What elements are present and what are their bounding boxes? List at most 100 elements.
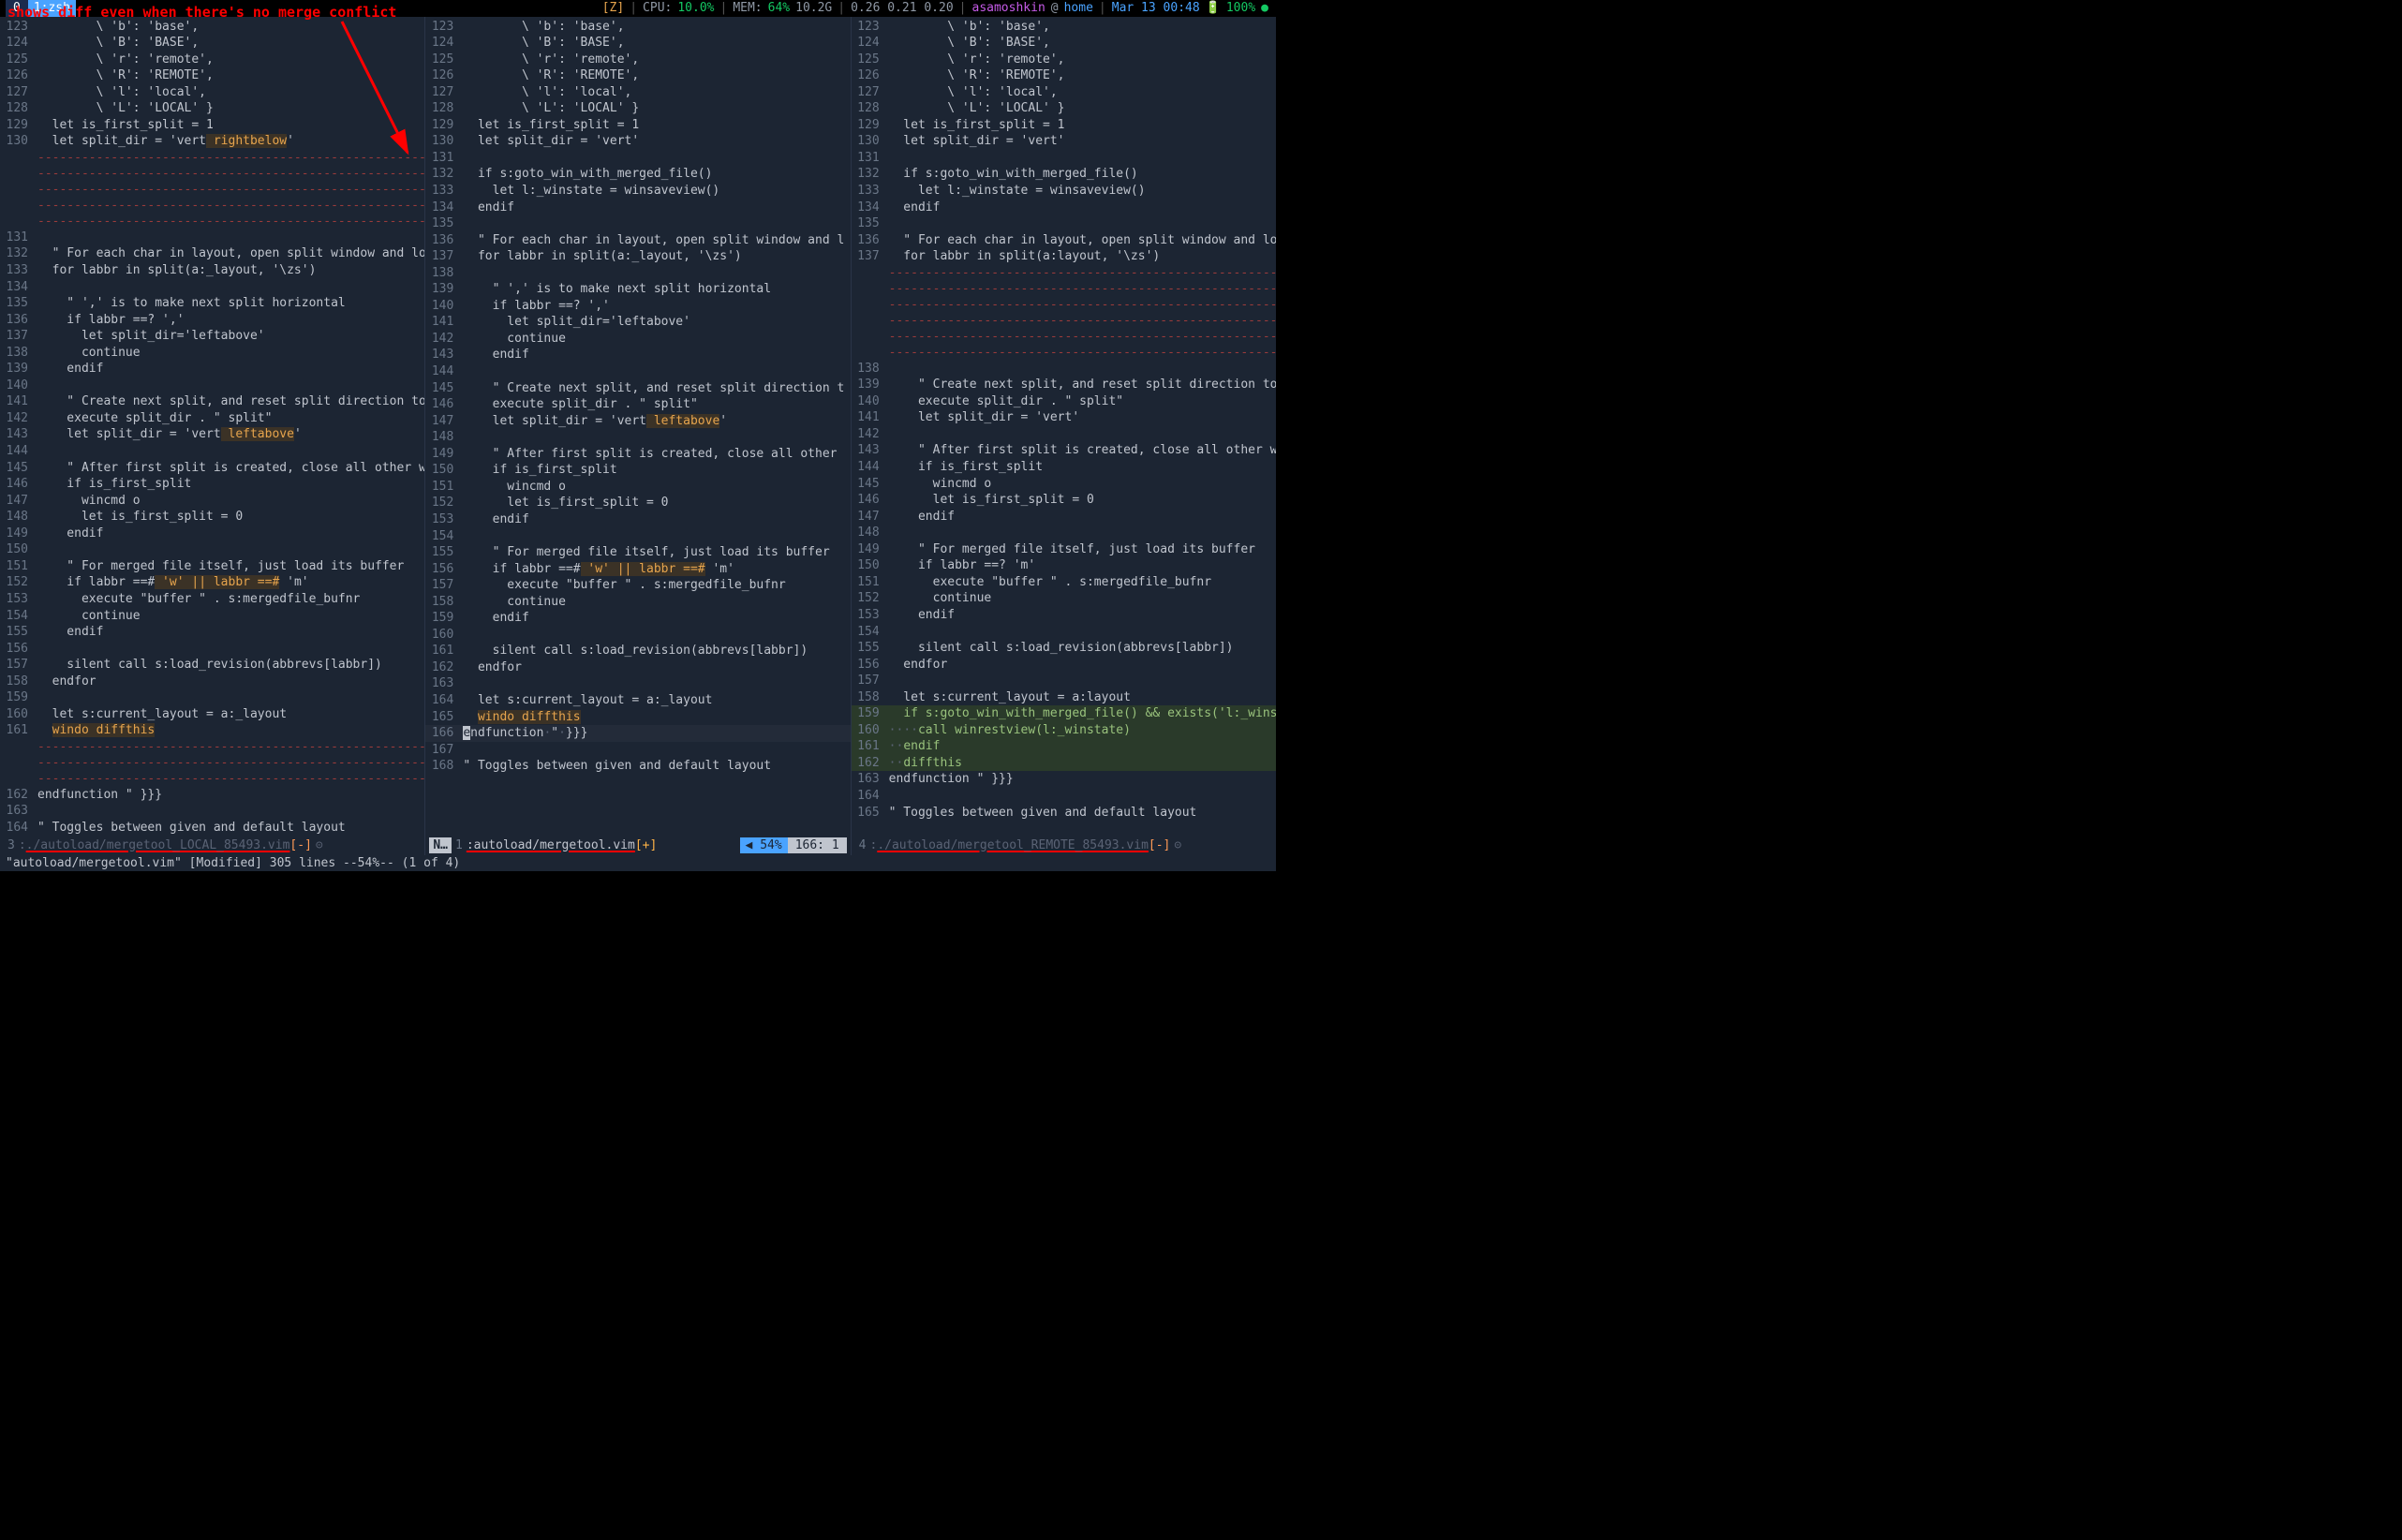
code-line[interactable]: 141 let split_dir = 'vert' xyxy=(852,409,1276,426)
code-line[interactable]: 127 \ 'l': 'local', xyxy=(0,84,424,101)
code-line[interactable]: 146 execute split_dir . " split" xyxy=(425,396,850,413)
code-line[interactable]: 130 let split_dir = 'vert rightbelow' xyxy=(0,133,424,150)
code-line[interactable]: 131 xyxy=(852,150,1276,167)
code-line[interactable]: 138 xyxy=(852,361,1276,378)
code-line[interactable]: 140 execute split_dir . " split" xyxy=(852,393,1276,410)
code-line[interactable]: 136 " For each char in layout, open spli… xyxy=(852,232,1276,249)
code-line[interactable]: 155 " For merged file itself, just load … xyxy=(425,544,850,561)
code-line[interactable]: 152 let is_first_split = 0 xyxy=(425,495,850,511)
code-line[interactable]: 133 let l:_winstate = winsaveview() xyxy=(852,183,1276,200)
code-line[interactable]: 129 let is_first_split = 1 xyxy=(0,117,424,134)
code-line[interactable]: 139 " Create next split, and reset split… xyxy=(852,377,1276,393)
code-line[interactable]: 150 xyxy=(0,541,424,558)
code-line[interactable]: 146 let is_first_split = 0 xyxy=(852,492,1276,509)
code-line[interactable]: 132 if s:goto_win_with_merged_file() xyxy=(852,166,1276,183)
code-line[interactable]: 141 " Create next split, and reset split… xyxy=(0,393,424,410)
code-line[interactable]: 139 endif xyxy=(0,361,424,378)
code-line[interactable]: 143 endif xyxy=(425,347,850,363)
code-line[interactable]: 157 silent call s:load_revision(abbrevs[… xyxy=(0,657,424,674)
code-line[interactable]: 130 let split_dir = 'vert' xyxy=(852,133,1276,150)
code-line[interactable]: 125 \ 'r': 'remote', xyxy=(852,52,1276,68)
code-line[interactable]: 159 if s:goto_win_with_merged_file() && … xyxy=(852,705,1276,722)
code-line[interactable]: 134 endif xyxy=(425,200,850,216)
code-right[interactable]: 123 \ 'b': 'base',124 \ 'B': 'BASE',125 … xyxy=(852,17,1276,837)
code-line[interactable]: 131 xyxy=(425,150,850,167)
code-line[interactable]: 132 " For each char in layout, open spli… xyxy=(0,245,424,262)
code-line[interactable]: 125 \ 'r': 'remote', xyxy=(0,52,424,68)
code-line[interactable]: 125 \ 'r': 'remote', xyxy=(425,52,850,68)
code-line[interactable]: 145 " Create next split, and reset split… xyxy=(425,380,850,397)
code-line[interactable]: 147 let split_dir = 'vert leftabove' xyxy=(425,413,850,430)
code-line[interactable]: 133 for labbr in split(a:_layout, '\zs') xyxy=(0,262,424,279)
code-line[interactable]: 161 windo diffthis xyxy=(0,722,424,739)
code-line[interactable]: 156 endfor xyxy=(852,657,1276,674)
code-line[interactable]: 127 \ 'l': 'local', xyxy=(425,84,850,101)
code-line[interactable]: 162endfunction " }}} xyxy=(0,787,424,804)
code-middle[interactable]: 123 \ 'b': 'base',124 \ 'B': 'BASE',125 … xyxy=(425,17,850,837)
code-line[interactable]: 153 execute "buffer " . s:mergedfile_buf… xyxy=(0,591,424,608)
code-line[interactable]: 128 \ 'L': 'LOCAL' } xyxy=(425,100,850,117)
code-line[interactable]: 164" Toggles between given and default l… xyxy=(0,820,424,837)
code-line[interactable]: 123 \ 'b': 'base', xyxy=(425,19,850,36)
code-line[interactable]: 135 xyxy=(852,215,1276,232)
code-line[interactable]: 163 xyxy=(425,675,850,692)
code-line[interactable]: 152 continue xyxy=(852,590,1276,607)
editor-area[interactable]: 123 \ 'b': 'base',124 \ 'B': 'BASE',125 … xyxy=(0,17,1276,855)
code-line[interactable]: 157 execute "buffer " . s:mergedfile_buf… xyxy=(425,577,850,594)
code-line[interactable]: 167 xyxy=(425,742,850,759)
code-line[interactable]: 146 if is_first_split xyxy=(0,476,424,493)
code-line[interactable]: 133 let l:_winstate = winsaveview() xyxy=(425,183,850,200)
code-line[interactable]: 124 \ 'B': 'BASE', xyxy=(852,35,1276,52)
code-line[interactable]: 161 silent call s:load_revision(abbrevs[… xyxy=(425,643,850,659)
code-line[interactable]: 151 " For merged file itself, just load … xyxy=(0,558,424,575)
code-line[interactable]: 143 let split_dir = 'vert leftabove' xyxy=(0,426,424,443)
code-line[interactable]: 156 if labbr ==# 'w' || labbr ==# 'm' xyxy=(425,561,850,578)
code-line[interactable]: 134 xyxy=(0,279,424,296)
code-line[interactable]: 137 for labbr in split(a:_layout, '\zs') xyxy=(425,248,850,265)
code-line[interactable]: 126 \ 'R': 'REMOTE', xyxy=(852,67,1276,84)
code-line[interactable]: 160 let s:current_layout = a:_layout xyxy=(0,706,424,723)
code-line[interactable]: 158 let s:current_layout = a:layout xyxy=(852,689,1276,706)
code-line[interactable]: 149 " After first split is created, clos… xyxy=(425,446,850,463)
code-line[interactable]: 162 endfor xyxy=(425,659,850,676)
code-line[interactable]: 137 let split_dir='leftabove' xyxy=(0,328,424,345)
code-line[interactable]: 136 if labbr ==? ',' xyxy=(0,312,424,329)
code-line[interactable]: 142 execute split_dir . " split" xyxy=(0,410,424,427)
code-line[interactable]: 138 continue xyxy=(0,345,424,362)
code-line[interactable]: 137 for labbr in split(a:layout, '\zs') xyxy=(852,248,1276,265)
code-line[interactable]: 144 if is_first_split xyxy=(852,459,1276,476)
code-line[interactable]: 166endfunction·"·}}} xyxy=(425,725,850,742)
code-line[interactable]: 153 endif xyxy=(852,607,1276,624)
code-line[interactable]: 160 xyxy=(425,627,850,644)
code-line[interactable]: 126 \ 'R': 'REMOTE', xyxy=(0,67,424,84)
code-line[interactable]: 155 silent call s:load_revision(abbrevs[… xyxy=(852,640,1276,657)
code-line[interactable]: 149 " For merged file itself, just load … xyxy=(852,541,1276,558)
code-line[interactable]: 144 xyxy=(425,363,850,380)
code-line[interactable]: 124 \ 'B': 'BASE', xyxy=(425,35,850,52)
code-line[interactable]: 160····call winrestview(l:_winstate) xyxy=(852,722,1276,739)
code-line[interactable]: 152 if labbr ==# 'w' || labbr ==# 'm' xyxy=(0,574,424,591)
code-line[interactable]: 153 endif xyxy=(425,511,850,528)
code-line[interactable]: 154 xyxy=(852,624,1276,641)
code-line[interactable]: 159 xyxy=(0,689,424,706)
code-line[interactable]: 139 " ',' is to make next split horizont… xyxy=(425,281,850,298)
code-line[interactable]: 165 windo diffthis xyxy=(425,709,850,726)
code-line[interactable]: 141 let split_dir='leftabove' xyxy=(425,314,850,331)
code-line[interactable]: 163 xyxy=(0,803,424,820)
code-line[interactable]: 164 let s:current_layout = a:_layout xyxy=(425,692,850,709)
pane-right[interactable]: 123 \ 'b': 'base',124 \ 'B': 'BASE',125 … xyxy=(852,17,1276,855)
code-line[interactable]: 128 \ 'L': 'LOCAL' } xyxy=(852,100,1276,117)
code-line[interactable]: 158 continue xyxy=(425,594,850,611)
code-line[interactable]: 145 wincmd o xyxy=(852,476,1276,493)
code-line[interactable]: 127 \ 'l': 'local', xyxy=(852,84,1276,101)
code-line[interactable]: 140 if labbr ==? ',' xyxy=(425,298,850,315)
code-line[interactable]: 131 xyxy=(0,230,424,246)
code-line[interactable]: 148 xyxy=(852,525,1276,541)
code-line[interactable]: 155 endif xyxy=(0,624,424,641)
code-line[interactable]: 128 \ 'L': 'LOCAL' } xyxy=(0,100,424,117)
code-line[interactable]: 140 xyxy=(0,378,424,394)
code-line[interactable]: 134 endif xyxy=(852,200,1276,216)
code-line[interactable]: 165" Toggles between given and default l… xyxy=(852,805,1276,822)
code-line[interactable]: 148 let is_first_split = 0 xyxy=(0,509,424,526)
code-line[interactable]: 148 xyxy=(425,429,850,446)
